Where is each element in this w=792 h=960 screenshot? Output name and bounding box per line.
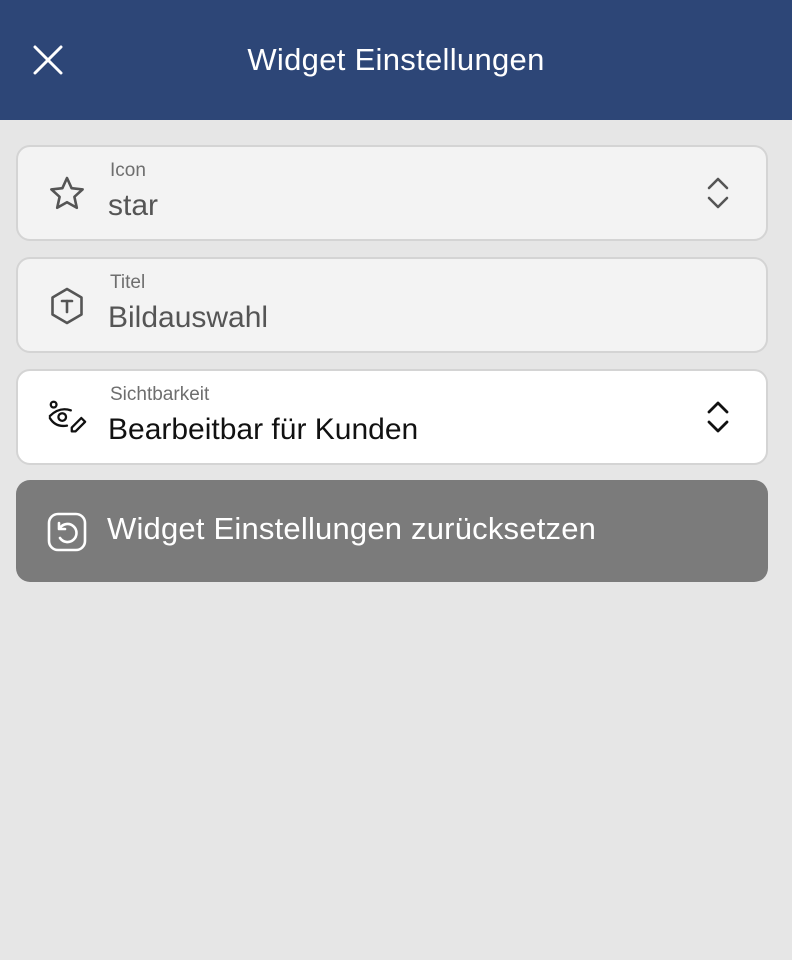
app-header: Widget Einstellungen [0, 0, 792, 120]
reset-icon [46, 511, 88, 553]
visibility-select-field[interactable]: Sichtbarkeit Bearbeitbar für Kunden [16, 369, 768, 465]
icon-field-label: Icon [110, 160, 146, 181]
close-icon [33, 45, 63, 75]
chevron-up-down-icon[interactable] [704, 397, 732, 437]
visibility-field-label: Sichtbarkeit [110, 384, 210, 405]
visibility-field-value: Bearbeitbar für Kunden [108, 413, 419, 446]
title-input-field[interactable]: Titel Bildauswahl [16, 257, 768, 353]
chevron-up-down-icon[interactable] [704, 173, 732, 213]
close-button[interactable] [26, 38, 70, 82]
edit-visibility-icon [46, 397, 88, 439]
reset-button-label: Widget Einstellungen zurücksetzen [107, 511, 597, 546]
text-hexagon-icon [46, 285, 88, 327]
page-title: Widget Einstellungen [247, 42, 545, 77]
title-field-value[interactable]: Bildauswahl [108, 301, 268, 335]
reset-widget-settings-button[interactable]: Widget Einstellungen zurücksetzen [16, 480, 768, 582]
icon-field-value: star [108, 189, 159, 222]
star-icon [46, 173, 88, 215]
title-field-label: Titel [110, 272, 146, 293]
icon-select-field[interactable]: Icon star [16, 145, 768, 241]
